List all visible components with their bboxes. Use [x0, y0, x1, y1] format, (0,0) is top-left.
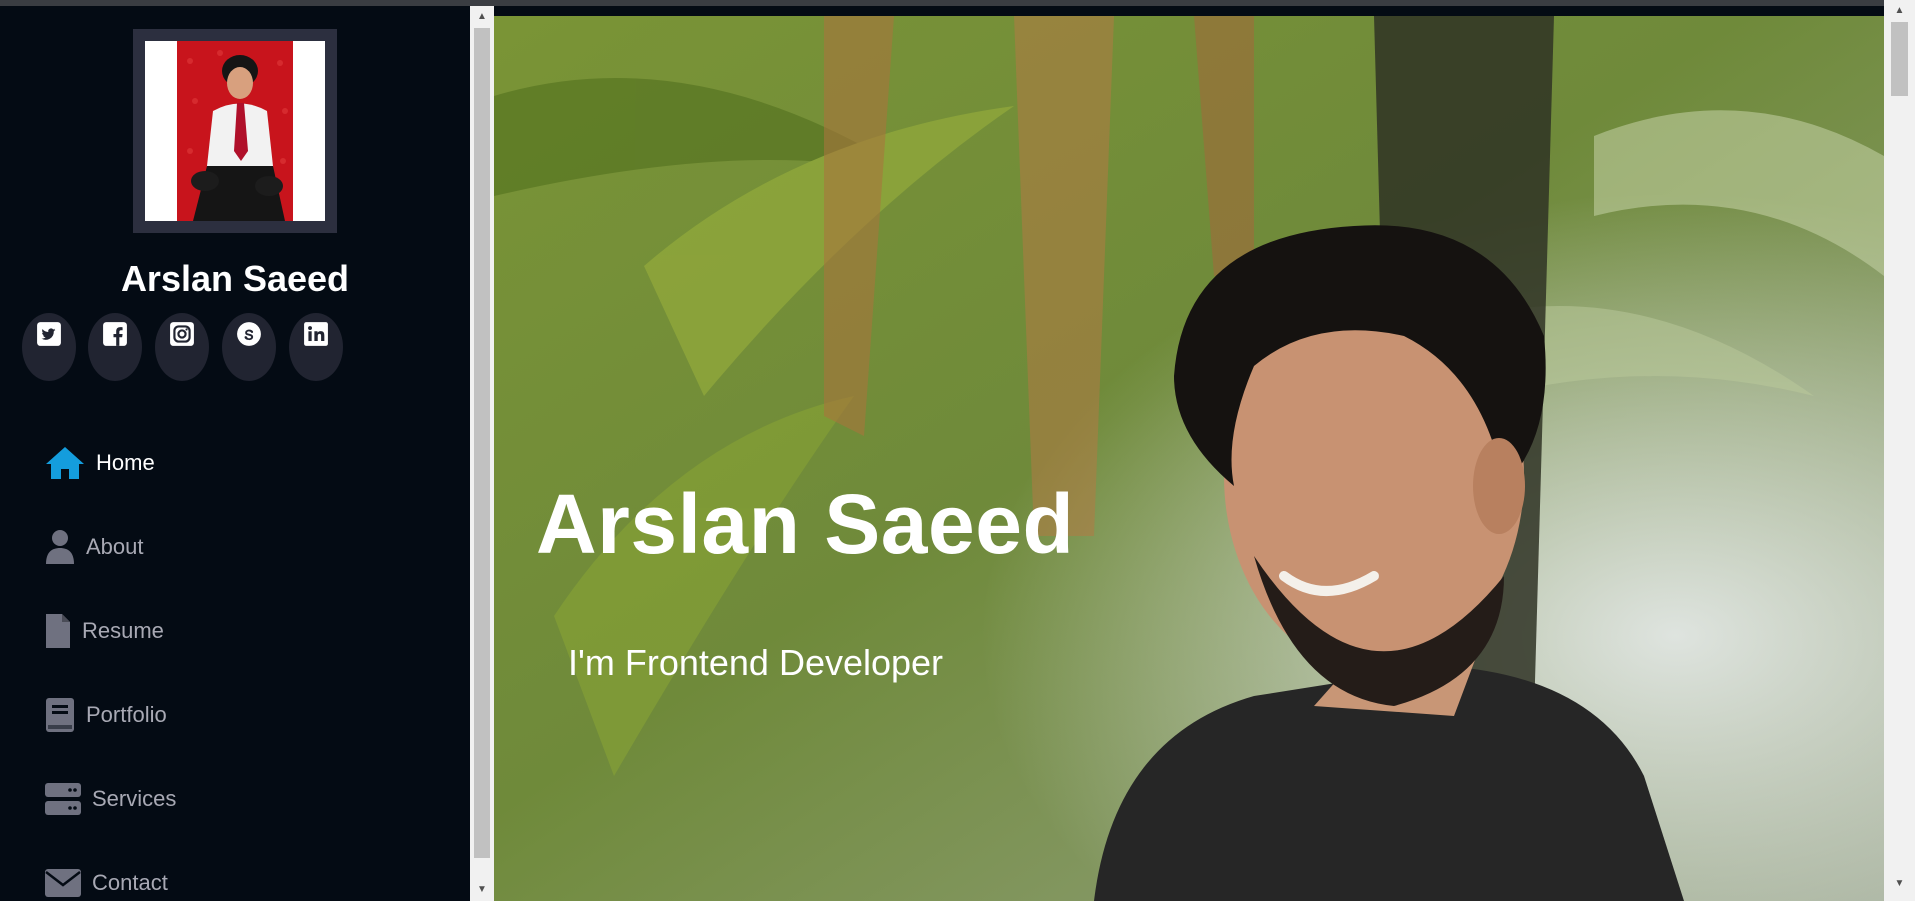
- file-icon: [44, 612, 72, 650]
- sidebar-scroll-down-icon[interactable]: ▼: [470, 881, 494, 899]
- home-icon: [44, 445, 86, 481]
- page-scroll-down-icon[interactable]: ▼: [1884, 875, 1915, 893]
- hero-subtitle: I'm Frontend Developer: [568, 642, 944, 683]
- nav-label-home: Home: [96, 450, 155, 475]
- skype-icon: [237, 322, 261, 346]
- hero-title: Arslan Saeed: [536, 477, 1075, 571]
- profile-name: Arslan Saeed: [120, 258, 350, 299]
- linkedin-icon: [304, 322, 328, 346]
- nav-label-services: Services: [92, 786, 177, 811]
- profile-photo-graphic: [145, 41, 325, 221]
- nav-item-portfolio[interactable]: Portfolio: [44, 690, 167, 740]
- skype-link[interactable]: [222, 313, 276, 381]
- sidebar-scrollbar-thumb[interactable]: [474, 28, 490, 858]
- nav-item-resume[interactable]: Resume: [44, 606, 164, 656]
- profile-image: [145, 41, 325, 221]
- nav-label-contact: Contact: [92, 870, 168, 895]
- envelope-icon: [44, 868, 82, 898]
- nav-item-contact[interactable]: Contact: [44, 858, 168, 901]
- page-scrollbar[interactable]: ▲ ▼: [1884, 0, 1915, 901]
- nav-label-about: About: [86, 534, 144, 559]
- facebook-link[interactable]: [88, 313, 142, 381]
- nav-item-about[interactable]: About: [44, 522, 144, 572]
- facebook-icon: [103, 322, 127, 346]
- nav-item-home[interactable]: Home: [44, 438, 155, 488]
- sidebar-scroll-up-icon[interactable]: ▲: [470, 8, 494, 26]
- profile-image-frame: [133, 29, 337, 233]
- instagram-icon: [170, 322, 194, 346]
- nav-label-portfolio: Portfolio: [86, 702, 167, 727]
- hero-background-image: [494, 16, 1884, 901]
- linkedin-link[interactable]: [289, 313, 343, 381]
- twitter-link[interactable]: [22, 313, 76, 381]
- instagram-link[interactable]: [155, 313, 209, 381]
- nav-item-services[interactable]: Services: [44, 774, 176, 824]
- user-icon: [44, 528, 76, 566]
- twitter-icon: [37, 322, 61, 346]
- sidebar: Arslan Saeed Home About Resume Portfolio…: [0, 6, 470, 901]
- page-scroll-up-icon[interactable]: ▲: [1884, 2, 1915, 20]
- page-scrollbar-thumb[interactable]: [1891, 22, 1908, 96]
- nav-label-resume: Resume: [82, 618, 164, 643]
- server-icon: [44, 782, 82, 816]
- book-icon: [44, 696, 76, 734]
- sidebar-scrollbar[interactable]: ▲ ▼: [470, 6, 494, 901]
- hero-section: Arslan Saeed I'm Frontend Developer: [494, 16, 1884, 901]
